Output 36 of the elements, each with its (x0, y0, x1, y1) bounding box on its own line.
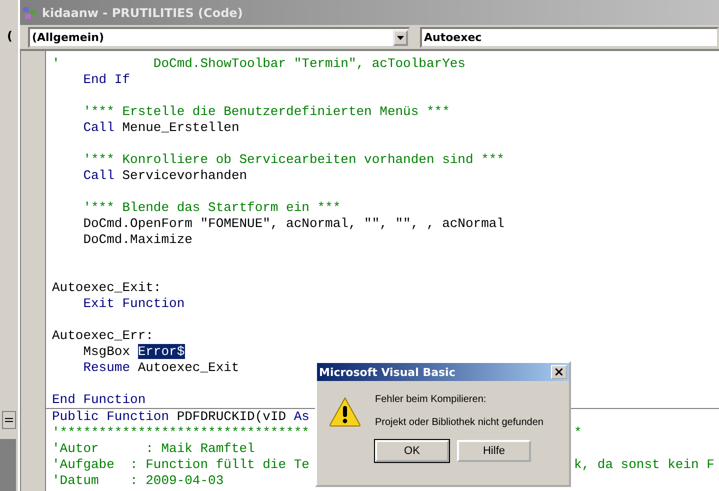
code-line: End Function (52, 392, 146, 408)
code-line: End If (82, 72, 130, 88)
code-line: '******************************** (52, 425, 310, 441)
code-line: ' DoCmd.ShowToolbar "Termin", acToolbarYes (52, 56, 466, 72)
code-line: k, da sonst kein F (574, 457, 714, 473)
code-line: Exit Function (82, 296, 185, 312)
close-button[interactable]: × (551, 365, 567, 379)
ok-button[interactable]: OK (375, 440, 449, 462)
dark-panel (0, 439, 16, 491)
code-line: Autoexec_Exit: (52, 280, 162, 296)
warning-icon (329, 397, 361, 427)
code-line: Call Servicevorhanden (82, 168, 248, 184)
modules-icon (22, 4, 38, 20)
code-line: '*** Erstelle die Benutzerdefinierten Menüs *** (82, 104, 450, 120)
help-button[interactable]: Hilfe (457, 440, 531, 462)
code-line: Autoexec_Err: (52, 328, 154, 344)
window-title: kidaanw - PRUTILITIES (Code) (42, 6, 243, 20)
code-line: 'Datum : 2009-04-03 (52, 473, 224, 489)
code-line: 'Aufgabe : Function füllt die Te (52, 457, 310, 473)
code-line: Call Menue_Erstellen (82, 120, 240, 136)
code-line: MsgBox Error$ (82, 344, 185, 360)
lines-icon[interactable] (2, 411, 16, 429)
object-dropdown[interactable]: (Allgemein) (28, 27, 410, 48)
window-fragment-text: ( (7, 29, 12, 43)
code-line: Resume Autoexec_Exit (82, 360, 240, 376)
code-line: 'Autor : Maik Ramftel (52, 441, 255, 457)
code-line: DoCmd.Maximize (82, 232, 192, 248)
code-line: DoCmd.OpenForm "FOMENUE", acNormal, "", "", , acNormal (82, 216, 504, 232)
dialog-title: Microsoft Visual Basic (319, 366, 456, 378)
error-message: Projekt oder Bibliothek nicht gefunden (375, 417, 544, 428)
code-line: '*** Konrolliere ob Servicearbeiten vorhanden sind *** (82, 152, 504, 168)
code-line: * (574, 425, 582, 441)
error-heading: Fehler beim Kompilieren: (375, 394, 488, 405)
code-line: '*** Blende das Startform ein *** (82, 200, 341, 216)
code-line: Public Function PDFDRUCKID(vID As (52, 409, 310, 425)
procedure-dropdown[interactable]: Autoexec (420, 27, 719, 48)
